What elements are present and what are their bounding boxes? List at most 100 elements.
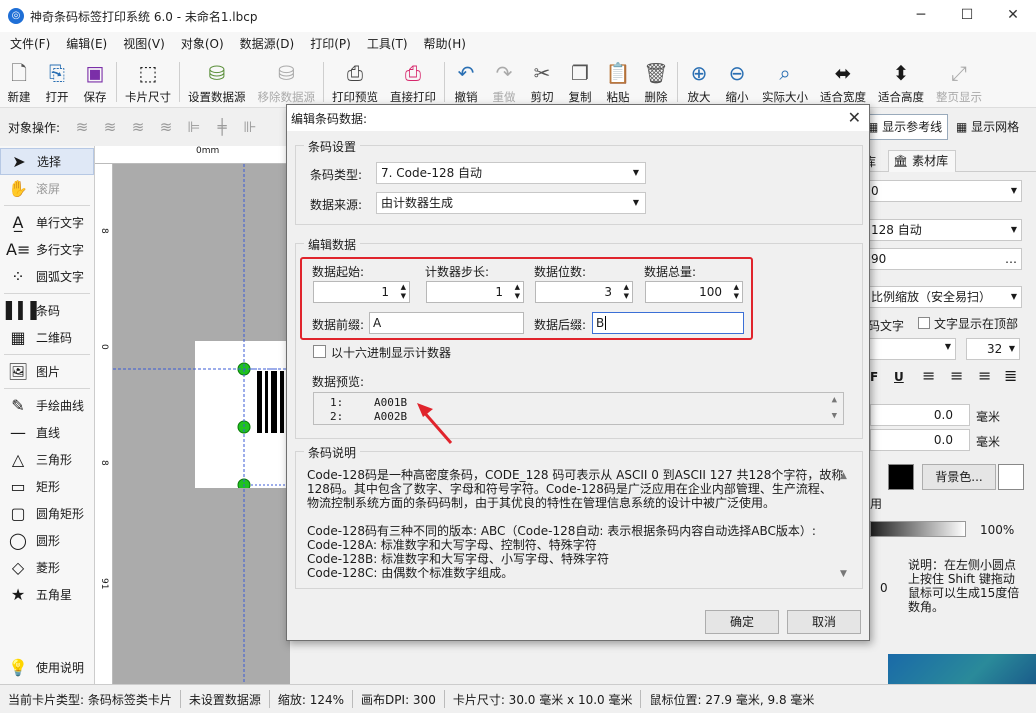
copy-button[interactable]: ❐ 复制 <box>561 56 599 106</box>
x-position-spinner[interactable]: 0.0 <box>870 404 970 426</box>
tool-freehand[interactable]: ✎ 手绘曲线 <box>0 392 94 419</box>
scroll-up-icon[interactable]: ▲ <box>840 471 847 481</box>
y-position-spinner[interactable]: 0.0 <box>870 429 970 451</box>
tool-line[interactable]: — 直线 <box>0 419 94 446</box>
tool-select[interactable]: ➤ 选择 <box>0 148 94 175</box>
text-top-checkbox[interactable] <box>918 317 930 329</box>
cancel-button[interactable]: 取消 <box>787 610 861 634</box>
barcode-type-select[interactable]: 7. Code-128 自动 ▼ <box>376 162 646 184</box>
scroll-up-icon[interactable]: ▲ <box>832 395 837 405</box>
background-color-swatch[interactable] <box>998 464 1024 490</box>
tool-scroll[interactable]: ✋ 滚屏 <box>0 175 94 202</box>
scroll-down-icon[interactable]: ▼ <box>840 569 847 579</box>
property-combo-1[interactable]: 0 ▼ <box>866 180 1022 202</box>
barcode-data-field[interactable]: 90… <box>866 248 1022 270</box>
background-color-button[interactable]: 背景色... <box>922 464 996 490</box>
tool-star[interactable]: ★ 五角星 <box>0 581 94 608</box>
show-guides-toggle[interactable]: ▦ 显示参考线 <box>862 114 948 140</box>
tab-material-library[interactable]: 🏛 素材库 <box>888 150 956 172</box>
tool-single-line-text[interactable]: A̲ 单行文字 <box>0 209 94 236</box>
open-button[interactable]: ⎘ 打开 <box>38 56 76 106</box>
zoom-in-button[interactable]: ⊕ 放大 <box>680 56 718 106</box>
foreground-color-swatch[interactable] <box>888 464 914 490</box>
remove-datasource-button[interactable]: ⛁ 移除数据源 <box>252 56 322 106</box>
digits-spinner[interactable]: 3 ▲ ▼ <box>535 281 633 303</box>
new-button[interactable]: 🗋 新建 <box>0 56 38 106</box>
layer-up-icon[interactable]: ≋ <box>68 115 96 139</box>
align-left-text-icon[interactable]: ≡ <box>922 366 935 385</box>
tool-image[interactable]: 🖼 图片 <box>0 358 94 385</box>
fit-page-button[interactable]: ⤢ 整页显示 <box>930 56 988 106</box>
minimize-icon[interactable]: ─ <box>898 0 944 32</box>
tool-qrcode[interactable]: ▦ 二维码 <box>0 324 94 351</box>
align-right-text-icon[interactable]: ≡ <box>978 366 991 385</box>
help-button[interactable]: 💡 使用说明 <box>0 654 94 681</box>
delete-button[interactable]: 🗑 删除 <box>637 56 675 106</box>
menu-file[interactable]: 文件(F) <box>2 32 58 56</box>
align-center-icon[interactable]: ╪ <box>208 115 236 139</box>
close-icon[interactable]: ✕ <box>848 108 861 127</box>
menu-help[interactable]: 帮助(H) <box>416 32 474 56</box>
barcode-type-combo[interactable]: 128 自动 ▼ <box>866 219 1022 241</box>
step-spinner[interactable]: 1 ▲ ▼ <box>426 281 524 303</box>
menu-edit[interactable]: 编辑(E) <box>58 32 115 56</box>
fit-height-button[interactable]: ⬍ 适合高度 <box>872 56 930 106</box>
ok-button[interactable]: 确定 <box>705 610 779 634</box>
align-left-icon[interactable]: ⊫ <box>180 115 208 139</box>
tool-circle[interactable]: ◯ 圆形 <box>0 527 94 554</box>
fit-width-button[interactable]: ⬌ 适合宽度 <box>814 56 872 106</box>
align-center-text-icon[interactable]: ≡ <box>950 366 963 385</box>
tool-barcode[interactable]: ▌▍▌ 条码 <box>0 297 94 324</box>
actual-size-button[interactable]: ⌕ 实际大小 <box>756 56 814 106</box>
layer-down-icon[interactable]: ≋ <box>124 115 152 139</box>
menu-tools[interactable]: 工具(T) <box>359 32 416 56</box>
menu-view[interactable]: 视图(V) <box>115 32 173 56</box>
font-size-combo[interactable]: 32 ▼ <box>966 338 1020 360</box>
tool-triangle[interactable]: △ 三角形 <box>0 446 94 473</box>
spin-arrows-icon[interactable]: ▲ ▼ <box>515 283 520 301</box>
underline-button[interactable]: U <box>894 370 904 384</box>
justify-text-icon[interactable]: ≣ <box>1004 366 1017 385</box>
close-icon[interactable]: ✕ <box>990 0 1036 32</box>
menu-print[interactable]: 打印(P) <box>302 32 359 56</box>
save-button[interactable]: ▣ 保存 <box>76 56 114 106</box>
align-right-icon[interactable]: ⊪ <box>236 115 264 139</box>
status-card-type[interactable]: 当前卡片类型: 条码标签类卡片 <box>0 691 180 708</box>
maximize-icon[interactable]: ☐ <box>944 0 990 32</box>
redo-button[interactable]: ↷ 重做 <box>485 56 523 106</box>
layer-top-icon[interactable]: ≋ <box>96 115 124 139</box>
menu-object[interactable]: 对象(O) <box>173 32 232 56</box>
tool-rounded-rectangle[interactable]: ▢ 圆角矩形 <box>0 500 94 527</box>
show-grid-toggle[interactable]: ▦ 显示网格 <box>956 114 1019 140</box>
spin-arrows-icon[interactable]: ▲ ▼ <box>734 283 739 301</box>
menu-datasource[interactable]: 数据源(D) <box>232 32 303 56</box>
hex-checkbox[interactable] <box>313 345 326 358</box>
print-preview-button[interactable]: ⎙ 打印预览 <box>326 56 384 106</box>
scale-mode-combo[interactable]: 比例缩放（安全易扫） ▼ <box>866 286 1022 308</box>
card-size-button[interactable]: ⬚ 卡片尺寸 <box>119 56 177 106</box>
start-spinner[interactable]: 1 ▲ ▼ <box>313 281 410 303</box>
zoom-out-button[interactable]: ⊖ 缩小 <box>718 56 756 106</box>
font-combo[interactable]: ▼ <box>866 338 956 360</box>
opacity-slider[interactable] <box>870 521 966 537</box>
spin-arrows-icon[interactable]: ▲ ▼ <box>401 283 406 301</box>
set-datasource-button[interactable]: ⛁ 设置数据源 <box>182 56 252 106</box>
suffix-input[interactable]: B <box>592 312 744 334</box>
layer-bottom-icon[interactable]: ≋ <box>152 115 180 139</box>
paste-button[interactable]: 📋 粘贴 <box>599 56 637 106</box>
undo-button[interactable]: ↶ 撤销 <box>447 56 485 106</box>
direct-print-button[interactable]: ⎙ 直接打印 <box>384 56 442 106</box>
more-icon[interactable]: … <box>1005 249 1017 269</box>
prefix-input[interactable]: A <box>369 312 524 334</box>
scroll-down-icon[interactable]: ▼ <box>832 411 837 421</box>
bold-button[interactable]: F <box>870 370 878 384</box>
total-spinner[interactable]: 100 ▲ ▼ <box>645 281 743 303</box>
cut-button[interactable]: ✂ 剪切 <box>523 56 561 106</box>
tool-rectangle[interactable]: ▭ 矩形 <box>0 473 94 500</box>
data-source-select[interactable]: 由计数器生成 ▼ <box>376 192 646 214</box>
tool-diamond[interactable]: ◇ 菱形 <box>0 554 94 581</box>
data-preview-list[interactable]: 1: A001B 2: A002B ▲ ▼ <box>313 392 844 425</box>
tool-arc-text[interactable]: ⁘ 圆弧文字 <box>0 263 94 290</box>
spin-arrows-icon[interactable]: ▲ ▼ <box>624 283 629 301</box>
tool-multi-line-text[interactable]: A≡ 多行文字 <box>0 236 94 263</box>
